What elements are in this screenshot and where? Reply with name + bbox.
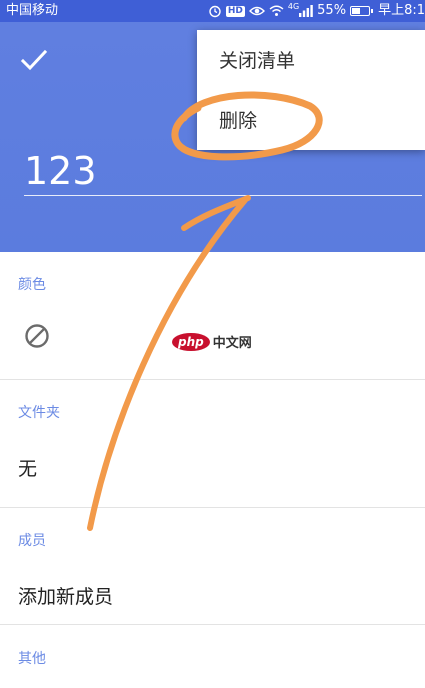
alarm-icon (208, 0, 222, 22)
status-icons: HD 4G 55% 早上8:1 (208, 0, 425, 22)
wifi-icon (269, 0, 284, 22)
battery-percent: 55% (317, 3, 347, 18)
site-watermark: php 中文网 (172, 332, 252, 351)
network-type: 4G (287, 2, 300, 11)
folder-value[interactable]: 无 (18, 454, 37, 481)
folder-section-label: 文件夹 (18, 405, 60, 421)
status-bar: 中国移动 HD 4G 55% 早上8:1 (0, 0, 425, 22)
menu-item-delete[interactable]: 删除 (197, 92, 425, 150)
hd-badge: HD (225, 5, 245, 17)
divider (0, 624, 425, 625)
watermark-text: 中文网 (212, 336, 252, 351)
other-section-label: 其他 (18, 651, 46, 667)
check-icon[interactable] (20, 46, 48, 74)
color-section-label: 颜色 (18, 277, 46, 293)
no-color-icon[interactable] (24, 323, 50, 349)
carrier-name: 中国移动 (6, 3, 59, 18)
divider (0, 507, 425, 508)
battery-fill (352, 8, 361, 14)
members-section-label: 成员 (18, 533, 46, 549)
divider (0, 379, 425, 380)
app-screen: 中国移动 HD 4G 55% 早上8:1 123 关闭清单 删除 颜色 文件夹 … (0, 0, 425, 688)
list-title-input[interactable] (24, 146, 422, 196)
eye-icon (248, 0, 265, 22)
add-member-button[interactable]: 添加新成员 (18, 582, 113, 609)
watermark-logo: php (172, 332, 210, 351)
battery-icon (350, 6, 374, 16)
clock-time: 早上8:1 (378, 3, 425, 18)
menu-item-close-list[interactable]: 关闭清单 (197, 32, 425, 90)
overflow-menu: 关闭清单 删除 (197, 30, 425, 150)
signal-icon: 4G (288, 0, 313, 22)
